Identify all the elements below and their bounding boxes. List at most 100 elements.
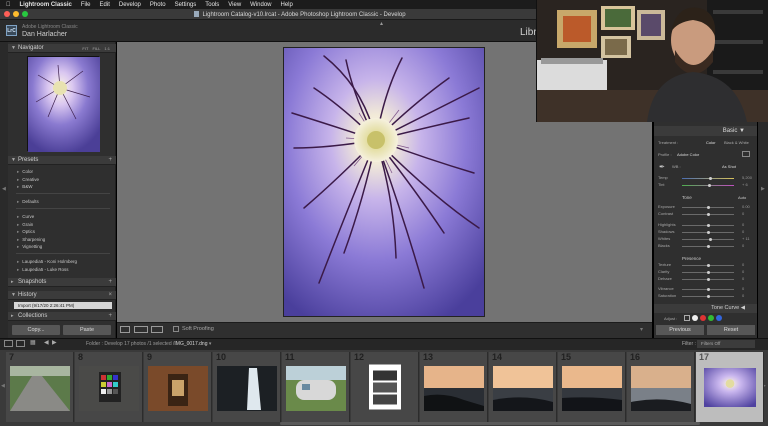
blue-channel-icon[interactable]	[716, 315, 722, 321]
slider-track[interactable]	[682, 245, 734, 248]
slider-knob[interactable]	[706, 245, 710, 248]
slider-track[interactable]	[682, 206, 734, 209]
basic-header[interactable]: Basic ▼	[654, 126, 757, 136]
slider-value[interactable]: 0	[742, 222, 744, 227]
preset-group[interactable]: ▸ Laupedia5 - Luke Ross	[17, 267, 69, 273]
collapse-top-panel-icon[interactable]: ▴	[380, 20, 383, 27]
slider-value[interactable]: 5,200	[742, 175, 752, 180]
add-snapshot-icon[interactable]: +	[108, 278, 112, 287]
menu-settings[interactable]: Settings	[175, 2, 197, 8]
before-after-icon[interactable]	[134, 326, 148, 333]
treatment-bw[interactable]: Black & White	[724, 140, 749, 145]
soft-proofing-checkbox[interactable]	[173, 326, 179, 332]
slider-knob[interactable]	[706, 231, 710, 234]
history-header[interactable]: ▼ History ×	[8, 291, 116, 300]
menu-help[interactable]: Help	[281, 2, 293, 8]
toolbar-menu-icon[interactable]: ▾	[640, 326, 643, 333]
preset-group[interactable]: ▸ Grain	[17, 222, 33, 228]
slider-knob[interactable]	[706, 264, 710, 267]
profile-browser-icon[interactable]	[742, 151, 750, 157]
navigator-header[interactable]: ▼ Navigator FIT FILL 1:1	[8, 44, 116, 53]
slider-knob[interactable]	[706, 271, 710, 274]
point-curve-icon[interactable]	[684, 315, 690, 321]
slider-value[interactable]: 0	[742, 276, 744, 281]
slider-track[interactable]	[682, 184, 734, 187]
slider-track[interactable]	[682, 213, 734, 216]
slider-value[interactable]: 0	[742, 269, 744, 274]
preset-group[interactable]: ▸ B&W	[17, 184, 33, 190]
filter-select[interactable]: Filters Off	[697, 340, 755, 348]
copy-button[interactable]: Copy...	[12, 325, 60, 335]
back-arrow-icon[interactable]: ◀	[44, 339, 49, 346]
filmstrip-scrollbar[interactable]	[280, 422, 700, 425]
preset-group[interactable]: ▸ Laupedia5 - Koni Holmberg	[17, 259, 77, 265]
filmstrip-thumb[interactable]: 7	[6, 352, 74, 422]
green-channel-icon[interactable]	[708, 315, 714, 321]
collapse-left-icon[interactable]: ◀	[2, 186, 6, 192]
apple-icon[interactable]: 	[6, 2, 11, 8]
slider-knob[interactable]	[706, 278, 710, 281]
filmstrip-thumb[interactable]: 16	[627, 352, 695, 422]
collapse-right-icon[interactable]: ▶	[761, 186, 765, 192]
menu-file[interactable]: File	[81, 2, 91, 8]
paste-button[interactable]: Paste	[63, 325, 111, 335]
filmstrip-thumb[interactable]: 10	[213, 352, 281, 422]
rgb-channel-icon[interactable]	[692, 315, 698, 321]
slider-track[interactable]	[682, 271, 734, 274]
scroll-left-icon[interactable]: ◀	[1, 383, 5, 389]
preset-group[interactable]: ▸ Sharpening	[17, 237, 45, 243]
slider-knob[interactable]	[706, 295, 710, 298]
slider-track[interactable]	[682, 288, 734, 291]
treatment-color[interactable]: Color	[706, 140, 716, 145]
auto-button[interactable]: Auto	[738, 195, 746, 200]
clear-history-icon[interactable]: ×	[108, 291, 112, 300]
collections-header[interactable]: ▸ Collections +	[8, 312, 116, 321]
main-window-icon[interactable]	[4, 340, 13, 347]
slider-value[interactable]: 0.00	[742, 204, 750, 209]
filmstrip-thumb[interactable]: 9	[144, 352, 212, 422]
slider-knob[interactable]	[706, 206, 710, 209]
slider-track[interactable]	[682, 278, 734, 281]
preset-group[interactable]: ▸ Curve	[17, 214, 34, 220]
preset-group[interactable]: ▸ Defaults	[17, 199, 39, 205]
snapshots-header[interactable]: ▸ Snapshots +	[8, 278, 116, 287]
menu-view[interactable]: View	[228, 2, 241, 8]
filmstrip-thumb[interactable]: 12	[351, 352, 419, 422]
menu-edit[interactable]: Edit	[100, 2, 110, 8]
wb-select[interactable]: As Shot	[722, 164, 736, 169]
menu-window[interactable]: Window	[250, 2, 271, 8]
previous-button[interactable]: Previous	[656, 325, 704, 335]
preset-group[interactable]: ▸ Optics	[17, 229, 35, 235]
forward-arrow-icon[interactable]: ▶	[52, 339, 57, 346]
filmstrip-source[interactable]: Folder : Develop 17 photos /1 selected /…	[86, 341, 211, 347]
slider-knob[interactable]	[706, 213, 710, 216]
slider-value[interactable]: 0	[742, 262, 744, 267]
slider-track[interactable]	[682, 264, 734, 267]
menu-tools[interactable]: Tools	[205, 2, 219, 8]
menu-app-name[interactable]: Lightroom Classic	[20, 2, 72, 8]
filmstrip-thumb[interactable]: 11	[282, 352, 350, 422]
red-channel-icon[interactable]	[700, 315, 706, 321]
wb-eyedropper-icon[interactable]: ✒	[659, 163, 665, 171]
slider-knob[interactable]	[706, 224, 710, 227]
preset-group[interactable]: ▸ Color	[17, 169, 33, 175]
profile-select[interactable]: Adobe Color	[677, 152, 699, 157]
main-photo[interactable]	[284, 48, 484, 316]
slider-value[interactable]: 0	[742, 211, 744, 216]
slider-value[interactable]: + 11	[742, 236, 750, 241]
filmstrip-thumb[interactable]: 14	[489, 352, 557, 422]
slider-knob[interactable]	[707, 184, 711, 187]
slider-track[interactable]	[682, 177, 734, 180]
slider-track[interactable]	[682, 231, 734, 234]
filmstrip-thumb[interactable]: 8	[75, 352, 143, 422]
filmstrip-thumb[interactable]: 15	[558, 352, 626, 422]
second-window-icon[interactable]	[16, 340, 25, 347]
slider-value[interactable]: + 6	[742, 182, 748, 187]
slider-track[interactable]	[682, 295, 734, 298]
loupe-view-icon[interactable]	[120, 326, 130, 333]
tone-curve-header[interactable]: Tone Curve ◀	[654, 304, 757, 313]
preset-group[interactable]: ▸ Creative	[17, 177, 39, 183]
filmstrip-thumb[interactable]: 13	[420, 352, 488, 422]
grid-view-icon[interactable]: ▦	[30, 339, 36, 346]
history-step[interactable]: Import (9/17/20 2:26:41 PM)	[14, 302, 112, 309]
